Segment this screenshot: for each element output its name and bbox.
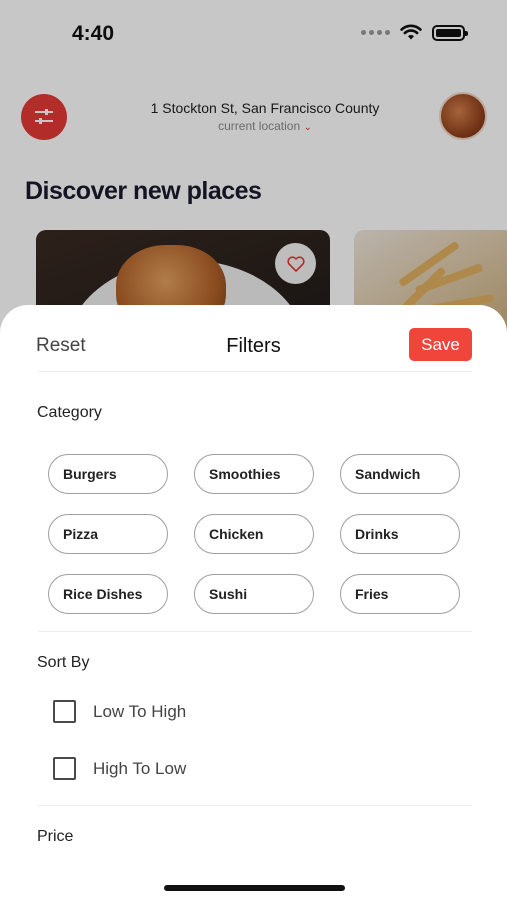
category-chip-rice-dishes[interactable]: Rice Dishes <box>48 574 168 614</box>
category-chip-chicken[interactable]: Chicken <box>194 514 314 554</box>
price-label: Price <box>37 828 74 845</box>
checkbox[interactable] <box>53 700 76 723</box>
divider <box>38 371 472 372</box>
divider <box>38 805 472 806</box>
category-chip-drinks[interactable]: Drinks <box>340 514 460 554</box>
sort-option-label: High To Low <box>93 758 187 778</box>
sort-option-label: Low To High <box>93 701 187 721</box>
sort-option-high-to-low[interactable]: High To Low <box>53 757 186 780</box>
sort-option-low-to-high[interactable]: Low To High <box>53 700 186 723</box>
checkbox[interactable] <box>53 757 76 780</box>
category-chips: Burgers Smoothies Sandwich Pizza Chicken… <box>48 454 460 614</box>
category-chip-fries[interactable]: Fries <box>340 574 460 614</box>
divider <box>38 631 472 632</box>
sheet-header: Reset Filters Save <box>0 305 507 371</box>
category-label: Category <box>37 404 102 421</box>
category-chip-burgers[interactable]: Burgers <box>48 454 168 494</box>
filters-sheet: Reset Filters Save Category Burgers Smoo… <box>0 305 507 900</box>
save-button[interactable]: Save <box>409 328 472 361</box>
category-chip-sandwich[interactable]: Sandwich <box>340 454 460 494</box>
category-chip-smoothies[interactable]: Smoothies <box>194 454 314 494</box>
sort-by-label: Sort By <box>37 654 90 671</box>
category-chip-pizza[interactable]: Pizza <box>48 514 168 554</box>
category-chip-sushi[interactable]: Sushi <box>194 574 314 614</box>
home-indicator[interactable] <box>164 885 345 891</box>
